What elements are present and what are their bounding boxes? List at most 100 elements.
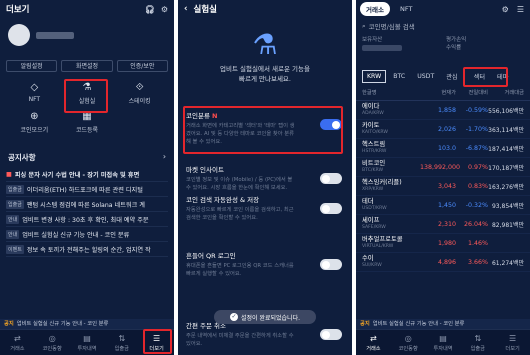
gear-icon[interactable]: ⚙	[502, 5, 509, 14]
coin-symbol: SAFE/KRW	[362, 225, 386, 230]
table-row[interactable]: 비트코인 BTC/KRW 138,992,000 0.97% 170,187백만	[356, 158, 530, 177]
toggle-search-autocomplete[interactable]	[320, 203, 342, 214]
list-item[interactable]: 입출금 이더리움(ETH) 하드포크에 따른 관련 디지털	[6, 182, 168, 197]
notice-text: 정보 속 토끼가 전해주는 힐링의 순간, 업지연 작	[26, 246, 151, 254]
toast: ✓ 설정이 완료되었습니다.	[214, 310, 316, 324]
toggle-shake-qr[interactable]	[320, 259, 342, 270]
coin-collect-icon: ⊕	[30, 111, 39, 122]
feature-desc: 자동완성으로 빠르게 코인 이름을 검색하고, 최근 검색한 코인을 확인할 수…	[186, 207, 294, 221]
asset-block: 보유자산	[362, 36, 440, 66]
coin-change: 3.66%	[467, 258, 488, 266]
nav-coin-info[interactable]: ◎ 코인동향	[391, 330, 426, 355]
back-icon[interactable]: ‹	[184, 4, 188, 14]
page-title: 더보기	[6, 5, 30, 15]
coin-name: 헥스잉커(리플) XRP/KRW	[362, 179, 420, 193]
table-row[interactable]: 버추얼프로토콜 VIRTUAL/KRW 1,980 1.46%	[356, 234, 530, 253]
coin-change: 1.46%	[467, 239, 488, 247]
highlight-more-tab	[143, 329, 172, 354]
nav-deposit[interactable]: ⇅ 입출금	[104, 330, 139, 355]
deposit-icon: ⇅	[118, 333, 126, 343]
search-icon: ⌕	[362, 21, 366, 30]
coin-symbol: SUI/KRW	[362, 263, 382, 268]
toggle-market-insight[interactable]	[320, 173, 342, 184]
gear-icon[interactable]: ⚙	[161, 5, 168, 14]
menu-coin-collect[interactable]: ⊕ 코인모으기	[8, 111, 61, 134]
menu-nft[interactable]: ◇ NFT	[8, 82, 61, 105]
table-row[interactable]: 테더 USDT/KRW 1,450 -0.32% 93,854백만	[356, 196, 530, 215]
nav-label: 투자내역	[77, 345, 97, 352]
page-title: 실험실	[193, 5, 217, 15]
notice-ticker[interactable]: 공지 업비트 실험실 신규 기능 안내 - 코인 분류	[0, 319, 174, 329]
column-volume[interactable]: 거래대금	[488, 88, 525, 96]
column-name[interactable]: 한글명	[362, 88, 420, 96]
coin-name: 세이프 SAFE/KRW	[362, 217, 420, 231]
nft-icon: ◇	[30, 82, 39, 93]
column-price[interactable]: 현재가	[420, 88, 456, 96]
toggle-quick-cancel[interactable]	[320, 329, 342, 340]
menu-label: 코인모으기	[20, 127, 49, 134]
chevron-right-icon: ›	[162, 152, 166, 161]
menu-code-register[interactable]: ▦ 코드등록	[61, 111, 114, 134]
menu-icon[interactable]: ☰	[517, 5, 524, 14]
display-settings-button[interactable]: 화면설정	[61, 60, 113, 72]
avatar	[8, 24, 30, 46]
coin-volume: 363,114백만	[488, 126, 524, 134]
market-tab-krw[interactable]: KRW	[362, 69, 387, 83]
lab-panel: ‹ 실험실 ⚗ 업비트 실험실에서 새로운 기능을 빠르게 만나보세요. 코인분…	[178, 0, 352, 355]
table-row[interactable]: 카이토 KAITO/KRW 2,026 -1.70% 363,114백만	[356, 120, 530, 139]
feature-search-autocomplete: 코인 검색 자동완성 & 저장 자동완성으로 빠르게 코인 이름을 검색하고, …	[186, 194, 344, 222]
coin-name-text: 카이토	[362, 122, 380, 129]
nav-deposit[interactable]: ⇅ 입출금	[460, 330, 495, 355]
tab-exchange[interactable]: 거래소	[360, 2, 390, 16]
feature-shake-qr: 흔들어 QR 로그인 휴대폰을 흔들면 PC 로그인용 QR 코드 스캐너를 빠…	[186, 250, 344, 278]
exchange-icon: ⇄	[14, 333, 21, 343]
nav-coin-info[interactable]: ◎ 코인동향	[35, 330, 70, 355]
nav-exchange[interactable]: ⇄ 거래소	[356, 330, 391, 355]
notice-tag: 입출금	[6, 184, 24, 194]
notification-settings-button[interactable]: 알림설정	[6, 60, 58, 72]
notice-tag: 안내	[6, 214, 20, 224]
list-item[interactable]: 입출금 팬텀 시스템 점검에 따른 Solana 네트워크 계	[6, 197, 168, 212]
coin-symbol: HSTR/KRW	[362, 149, 387, 154]
notice-ticker[interactable]: 공지 업비트 실험실 신규 기능 안내 - 코인 분류	[356, 319, 530, 329]
market-tab-favorite[interactable]: 관심	[441, 69, 462, 84]
notice-header[interactable]: 공지사항 ›	[8, 152, 166, 163]
nav-investment[interactable]: ▤ 투자내역	[70, 330, 105, 355]
list-item[interactable]: 안내 업비트 변경 사항 : 30초 후 확인, 최대 예약 주문	[6, 212, 168, 227]
notice-tag: 이벤트	[6, 244, 24, 254]
notice-list: ■ 피싱 문자 사기 수법 안내 - 장기 미접속 및 휴면 입출금 이더리움(ET…	[0, 167, 174, 257]
table-row[interactable]: 세이프 SAFE/KRW 2,310 26.04% 82,981백만	[356, 215, 530, 234]
notice-tag: 입출금	[6, 199, 24, 209]
coin-volume: 93,854백만	[491, 202, 524, 210]
market-tab-usdt[interactable]: USDT	[412, 70, 439, 83]
market-tab-btc[interactable]: BTC	[388, 70, 410, 83]
list-item[interactable]: 안내 업비트 실험실 신규 기능 안내 - 코인 분류	[6, 227, 168, 242]
tab-nft[interactable]: NFT	[394, 3, 418, 15]
profile[interactable]	[0, 18, 174, 52]
nav-more[interactable]: ☰ 더보기	[495, 330, 530, 355]
coin-change: 0.83%	[467, 182, 488, 190]
table-row[interactable]: 수이 SUI/KRW 4,896 3.66% 61,274백만	[356, 253, 530, 272]
table-row[interactable]: 에이다 ADA/KRW 1,858 -0.59% 556,106백만	[356, 101, 530, 120]
table-row[interactable]: 헥스잉커(리플) XRP/KRW 3,043 0.83% 163,276백만	[356, 177, 530, 196]
notice-text: 팬텀 시스템 점검에 따른 Solana 네트워크 계	[26, 201, 145, 209]
list-item[interactable]: 이벤트 정보 속 토끼가 전해주는 힐링의 순간, 업지연 작	[6, 242, 168, 257]
lab-description: 업비트 실험실에서 새로운 기능을 빠르게 만나보세요.	[178, 64, 352, 84]
hot-icon: ■	[6, 170, 12, 178]
settings-buttons: 알림설정 화면설정 인증/보안	[0, 60, 174, 72]
menu-staking[interactable]: ⟐ 스테이킹	[113, 82, 166, 105]
lab-description-line: 업비트 실험실에서 새로운 기능을	[220, 65, 310, 73]
nav-label: 입출금	[470, 345, 485, 352]
table-row[interactable]: 헥스트림 HSTR/KRW 103.0 -6.87% 187,414백만	[356, 139, 530, 158]
security-button[interactable]: 인증/보안	[116, 60, 168, 72]
asset-summary: 보유자산 평가손익 수익률	[356, 34, 530, 68]
headset-icon[interactable]: 🎧︎	[145, 5, 155, 14]
nav-investment[interactable]: ▤ 투자내역	[426, 330, 461, 355]
notice-text: 업비트 변경 사항 : 30초 후 확인, 최대 예약 주문	[22, 216, 149, 224]
coin-symbol: XRP/KRW	[362, 187, 384, 192]
list-item[interactable]: ■ 피싱 문자 사기 수법 안내 - 장기 미접속 및 휴면	[6, 167, 168, 182]
column-change[interactable]: 전일대비	[456, 88, 489, 96]
search-input[interactable]: ⌕ 코인명/심볼 검색	[362, 20, 524, 32]
nav-exchange[interactable]: ⇄ 거래소	[0, 330, 35, 355]
ticker-label: 공지	[4, 321, 14, 327]
